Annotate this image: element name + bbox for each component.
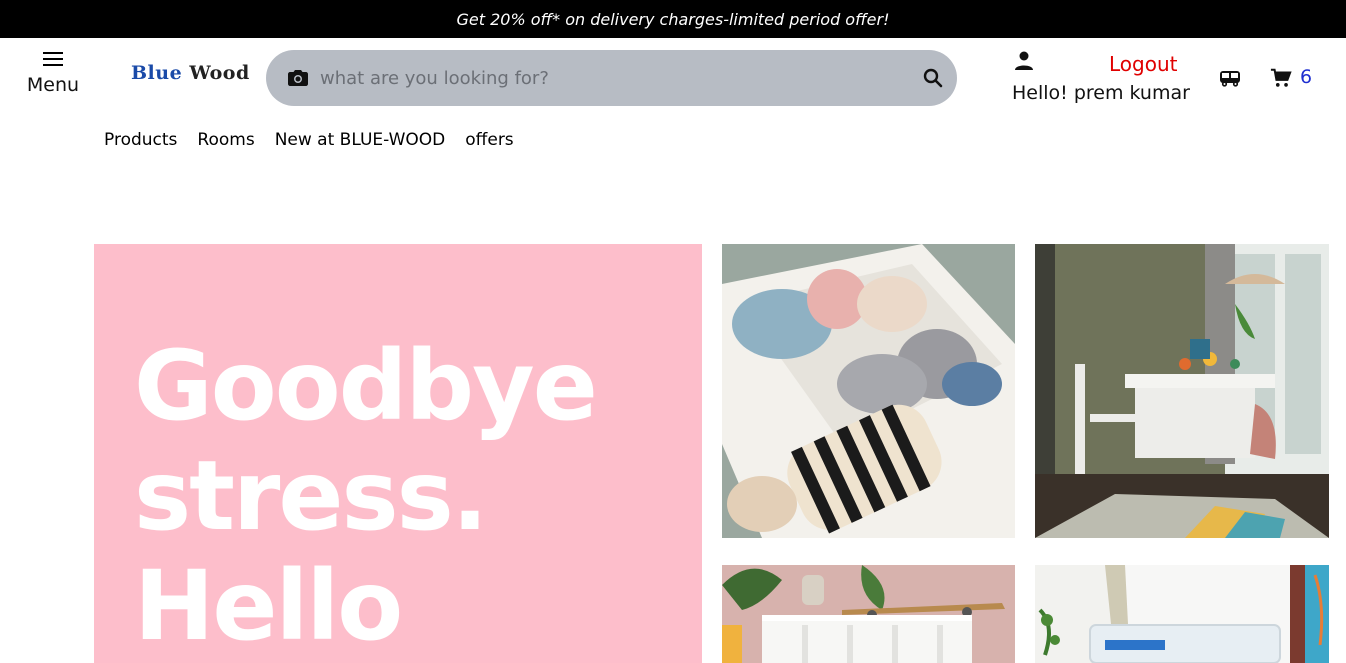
product-tile-dining-room[interactable] bbox=[1035, 244, 1329, 538]
logo-blue-text: Blue bbox=[131, 62, 183, 84]
cart-icon[interactable] bbox=[1270, 67, 1292, 89]
nav-item-new-at-blue-wood[interactable]: New at BLUE-WOOD bbox=[275, 130, 446, 150]
product-tile-clothes-drawer[interactable] bbox=[722, 244, 1015, 538]
promo-text: Get 20% off* on delivery charges-limited… bbox=[456, 9, 890, 29]
hero-line-2: stress. bbox=[134, 440, 488, 552]
camera-icon[interactable] bbox=[286, 66, 310, 90]
logout-link[interactable]: Logout bbox=[1109, 52, 1177, 76]
user-greeting: Hello! prem kumar bbox=[1012, 82, 1190, 104]
menu-button[interactable]: Menu bbox=[22, 50, 84, 106]
logo-dark-text: Wood bbox=[189, 62, 250, 84]
menu-label: Menu bbox=[26, 74, 80, 96]
nav-item-rooms[interactable]: Rooms bbox=[197, 130, 254, 150]
user-icon[interactable] bbox=[1012, 49, 1036, 73]
search-bar bbox=[266, 50, 957, 106]
product-tile-storage[interactable] bbox=[1035, 565, 1329, 663]
cart-count-badge: 6 bbox=[1300, 66, 1313, 88]
nav-item-products[interactable]: Products bbox=[104, 130, 177, 150]
folded-clothes-drawer-photo bbox=[722, 244, 1015, 538]
hero-line-1: Goodbye bbox=[134, 330, 598, 442]
clear-storage-box-photo bbox=[1035, 565, 1329, 663]
nav-item-offers[interactable]: offers bbox=[465, 130, 513, 150]
promo-banner: Get 20% off* on delivery charges-limited… bbox=[0, 0, 1346, 38]
search-input[interactable] bbox=[320, 58, 921, 98]
hamburger-icon bbox=[43, 52, 63, 66]
shelf-with-plants-photo bbox=[722, 565, 1015, 663]
main-nav: Products Rooms New at BLUE-WOOD offers bbox=[104, 130, 514, 150]
hero-line-3: Hello bbox=[134, 550, 403, 662]
dining-room-table-photo bbox=[1035, 244, 1329, 538]
hero-banner[interactable]: Goodbye stress. Hello bbox=[94, 244, 702, 663]
logo[interactable]: Blue Wood bbox=[131, 62, 250, 84]
delivery-truck-icon[interactable] bbox=[1218, 67, 1242, 89]
product-tile-shelf[interactable] bbox=[722, 565, 1015, 663]
search-icon[interactable] bbox=[921, 66, 945, 90]
